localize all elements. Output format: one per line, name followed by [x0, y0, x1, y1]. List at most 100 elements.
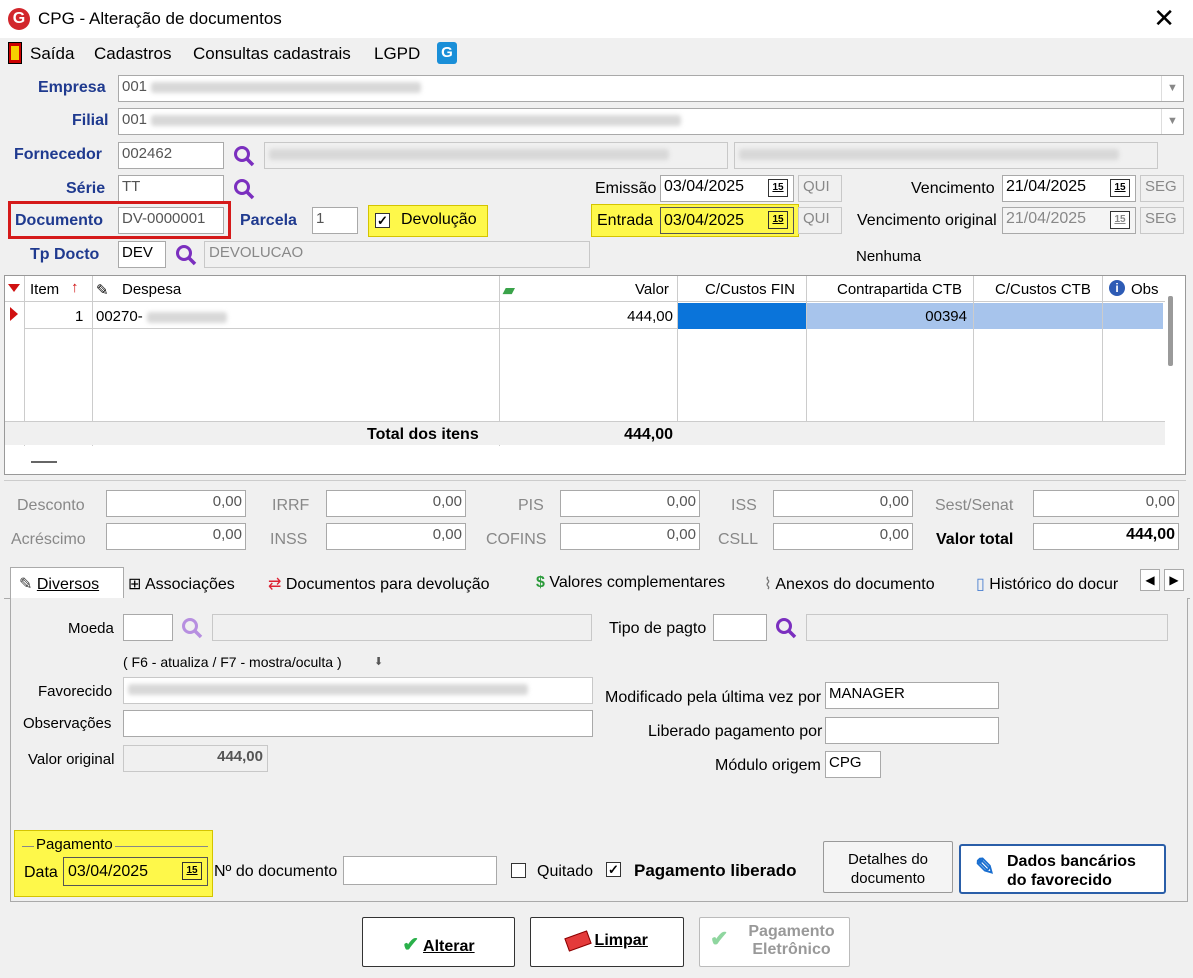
acrescimo-label: Acréscimo: [11, 531, 86, 548]
tpdocto-code-input[interactable]: DEV: [118, 241, 166, 268]
vencimento-day-field: SEG: [1140, 175, 1184, 202]
inss-input[interactable]: 0,00: [326, 523, 466, 550]
tab-scroll-left-icon[interactable]: ◀: [1140, 569, 1160, 591]
menu-cadastros[interactable]: Cadastros: [94, 44, 171, 64]
empresa-select[interactable]: 001 ▼: [118, 75, 1184, 102]
search-icon[interactable]: [175, 244, 197, 266]
documento-input[interactable]: DV-0000001: [118, 207, 224, 234]
filial-select[interactable]: 001 ▼: [118, 108, 1184, 135]
menu-consultas-cadastrais[interactable]: Consultas cadastrais: [193, 44, 351, 64]
items-grid[interactable]: Item ↑ ✎ Despesa ▰ Valor C/Custos FIN Co…: [4, 275, 1186, 475]
parcela-input[interactable]: 1: [312, 207, 358, 234]
search-icon[interactable]: [181, 617, 203, 639]
chevron-down-icon[interactable]: ▼: [1161, 76, 1183, 101]
app-shortcut-icon[interactable]: G: [437, 42, 457, 64]
filial-label: Filial: [72, 112, 109, 129]
tipo-pagto-label: Tipo de pagto: [609, 620, 707, 637]
iss-input[interactable]: 0,00: [773, 490, 913, 517]
modulo-origem-label: Módulo origem: [715, 757, 821, 774]
csll-input[interactable]: 0,00: [773, 523, 913, 550]
alterar-button[interactable]: ✔ Alterar: [362, 917, 515, 967]
sest-senat-label: Sest/Senat: [935, 497, 1014, 514]
row-ccustos-fin-cell[interactable]: [678, 303, 806, 329]
expense-icon: ✎: [96, 282, 109, 299]
tab-diversos[interactable]: ✎ Diversos: [10, 567, 124, 599]
scrollbar-thumb[interactable]: [1168, 296, 1173, 366]
emissao-date-input[interactable]: 03/04/2025 15: [660, 175, 794, 202]
vencimento-date-input[interactable]: 21/04/2025 15: [1002, 175, 1136, 202]
row-contrapartida[interactable]: 00394: [807, 303, 973, 329]
liberado-label: Liberado pagamento por: [648, 723, 823, 740]
calendar-icon[interactable]: 15: [182, 862, 202, 880]
nenhuma-status: Nenhuma: [856, 248, 922, 265]
dados-bancarios-button[interactable]: ✎ Dados bancários do favorecido: [959, 844, 1166, 894]
sest-senat-input[interactable]: 0,00: [1033, 490, 1179, 517]
total-itens-label: Total dos itens: [367, 426, 479, 443]
devolucao-checkbox[interactable]: ✓: [375, 213, 390, 228]
sort-arrow-icon: [8, 284, 20, 292]
col-despesa[interactable]: Despesa: [122, 281, 181, 298]
valor-original-value: 444,00: [123, 745, 268, 772]
limpar-button[interactable]: Limpar: [530, 917, 684, 967]
tipo-pagto-desc-field: [806, 614, 1168, 641]
tab-valores-complementares[interactable]: $ Valores complementares: [536, 567, 725, 599]
serie-input[interactable]: TT: [118, 175, 224, 202]
pagamento-eletronico-button: ✔ Pagamento Eletrônico: [699, 917, 850, 967]
moeda-input[interactable]: [123, 614, 173, 641]
cofins-input[interactable]: 0,00: [560, 523, 700, 550]
col-contrapartida-ctb[interactable]: Contrapartida CTB: [837, 281, 962, 298]
menu-lgpd[interactable]: LGPD: [374, 44, 420, 64]
search-icon[interactable]: [775, 617, 797, 639]
vencimento-original-input: 21/04/2025 15: [1002, 207, 1136, 234]
fornecedor-code-input[interactable]: 002462: [118, 142, 224, 169]
serie-label: Série: [66, 180, 106, 197]
irrf-input[interactable]: 0,00: [326, 490, 466, 517]
row-ccustos-ctb-cell[interactable]: [974, 303, 1102, 329]
tab-anexos[interactable]: ⌇ Anexos do documento: [764, 567, 935, 599]
observacoes-input[interactable]: [123, 710, 593, 737]
tab-scroll-right-icon[interactable]: ▶: [1164, 569, 1184, 591]
grid-splitter[interactable]: [31, 461, 57, 463]
entrada-date-input[interactable]: 03/04/2025 15: [660, 207, 794, 234]
calendar-icon[interactable]: 15: [1110, 179, 1130, 197]
close-icon[interactable]: ✕: [1153, 4, 1175, 32]
col-ccustos-fin[interactable]: C/Custos FIN: [705, 281, 795, 298]
quitado-checkbox[interactable]: [511, 863, 526, 878]
chevron-down-icon[interactable]: ▼: [1161, 109, 1183, 134]
tab-historico[interactable]: ▯ Histórico do docur: [976, 567, 1140, 599]
tpdocto-desc-field: DEVOLUCAO: [204, 241, 590, 268]
tab-associacoes[interactable]: ⊞ Associações: [128, 567, 235, 599]
tipo-pagto-input[interactable]: [713, 614, 767, 641]
vencimento-original-day-field: SEG: [1140, 207, 1184, 234]
documento-label: Documento: [15, 212, 103, 229]
col-valor[interactable]: Valor: [635, 281, 669, 298]
row-obs-cell[interactable]: [1103, 303, 1163, 329]
col-obs[interactable]: Obs: [1131, 281, 1159, 298]
money-icon: ▰: [503, 282, 515, 299]
col-item[interactable]: Item: [30, 281, 59, 298]
pis-input[interactable]: 0,00: [560, 490, 700, 517]
menu-saida[interactable]: Saída: [30, 44, 74, 64]
search-icon[interactable]: [233, 145, 255, 167]
check-icon: ✔: [402, 934, 420, 956]
calendar-icon[interactable]: 15: [768, 211, 788, 229]
desconto-input[interactable]: 0,00: [106, 490, 246, 517]
pagamento-liberado-label: Pagamento liberado: [634, 861, 797, 880]
row-item: 1: [75, 308, 84, 325]
calendar-icon[interactable]: 15: [768, 179, 788, 197]
tab-documentos-devolucao[interactable]: ⇄ Documentos para devolução: [268, 567, 490, 599]
ndoc-input[interactable]: [343, 856, 497, 885]
acrescimo-input[interactable]: 0,00: [106, 523, 246, 550]
modificado-label: Modificado pela última vez por: [605, 689, 822, 706]
favorecido-input[interactable]: [123, 677, 593, 704]
search-icon[interactable]: [233, 178, 255, 200]
entrada-label: Entrada: [597, 212, 654, 229]
pagamento-liberado-checkbox[interactable]: ✓: [606, 862, 621, 877]
exit-door-icon[interactable]: [8, 42, 22, 64]
detalhes-documento-button[interactable]: Detalhes do documento: [823, 841, 953, 893]
desconto-label: Desconto: [17, 497, 85, 514]
col-ccustos-ctb[interactable]: C/Custos CTB: [995, 281, 1091, 298]
observacoes-label: Observações: [23, 715, 112, 732]
entrada-day-field: QUI: [798, 207, 842, 234]
pagamento-date-input[interactable]: 03/04/2025 15: [63, 857, 208, 886]
